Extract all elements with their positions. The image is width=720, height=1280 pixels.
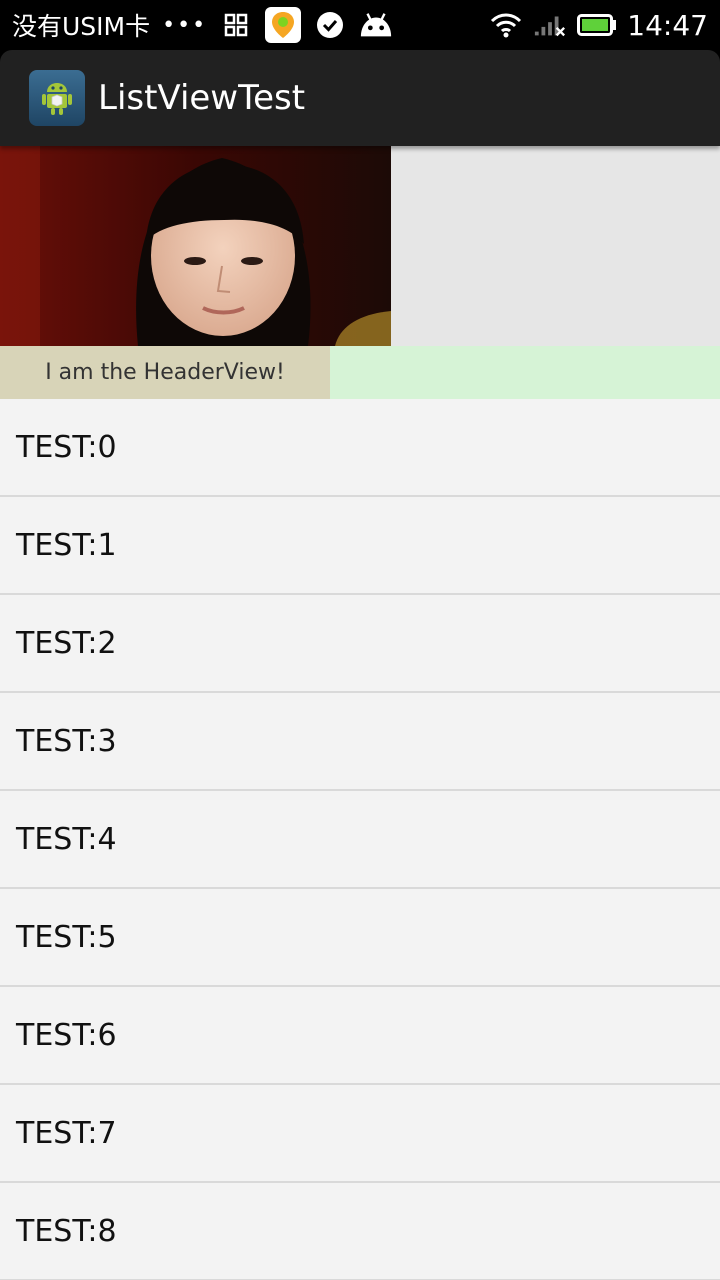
list-item[interactable]: TEST:4 (0, 791, 720, 889)
status-left: 没有USIM卡 ••• (12, 7, 489, 43)
map-pin-icon (265, 7, 302, 43)
status-bar: 没有USIM卡 ••• 14:47 (0, 0, 720, 50)
header-text-row: I am the HeaderView! (0, 346, 720, 399)
app-title: ListViewTest (98, 78, 306, 118)
list-item-label: TEST:4 (16, 821, 117, 857)
header-view: I am the HeaderView! (0, 146, 720, 399)
list-item-label: TEST:8 (16, 1213, 117, 1249)
header-photo (0, 146, 391, 346)
list-item-label: TEST:5 (16, 919, 117, 955)
list-item[interactable]: TEST:1 (0, 497, 720, 595)
test-list: TEST:0 TEST:1 TEST:2 TEST:3 TEST:4 TEST:… (0, 399, 720, 1280)
list-item-label: TEST:6 (16, 1017, 117, 1053)
carrier-label: 没有USIM卡 (12, 12, 151, 41)
list-item-label: TEST:2 (16, 625, 117, 661)
action-bar: ListViewTest (0, 50, 720, 146)
more-notifications-icon: ••• (162, 12, 208, 38)
list-item[interactable]: TEST:0 (0, 399, 720, 497)
list-item-label: TEST:7 (16, 1115, 117, 1151)
android-app-icon[interactable] (29, 70, 85, 126)
list-item[interactable]: TEST:7 (0, 1085, 720, 1183)
list-item[interactable]: TEST:5 (0, 889, 720, 987)
wifi-icon (489, 8, 523, 42)
list-item-label: TEST:3 (16, 723, 117, 759)
list-item[interactable]: TEST:3 (0, 693, 720, 791)
list-item-label: TEST:0 (16, 429, 117, 465)
signal-icon (533, 8, 567, 42)
clock: 14:47 (627, 8, 708, 42)
android-icon (359, 8, 393, 42)
list-item[interactable]: TEST:6 (0, 987, 720, 1085)
status-right: 14:47 (489, 8, 708, 42)
header-filler (330, 346, 720, 399)
list-item[interactable]: TEST:2 (0, 595, 720, 693)
grid-icon (219, 8, 253, 42)
header-label: I am the HeaderView! (0, 346, 330, 399)
list-item[interactable]: TEST:8 (0, 1183, 720, 1280)
battery-icon (577, 8, 617, 42)
header-image-row (0, 146, 720, 346)
list-item-label: TEST:1 (16, 527, 117, 563)
list-view[interactable]: I am the HeaderView! TEST:0 TEST:1 TEST:… (0, 146, 720, 1280)
check-circle-icon (313, 8, 347, 42)
